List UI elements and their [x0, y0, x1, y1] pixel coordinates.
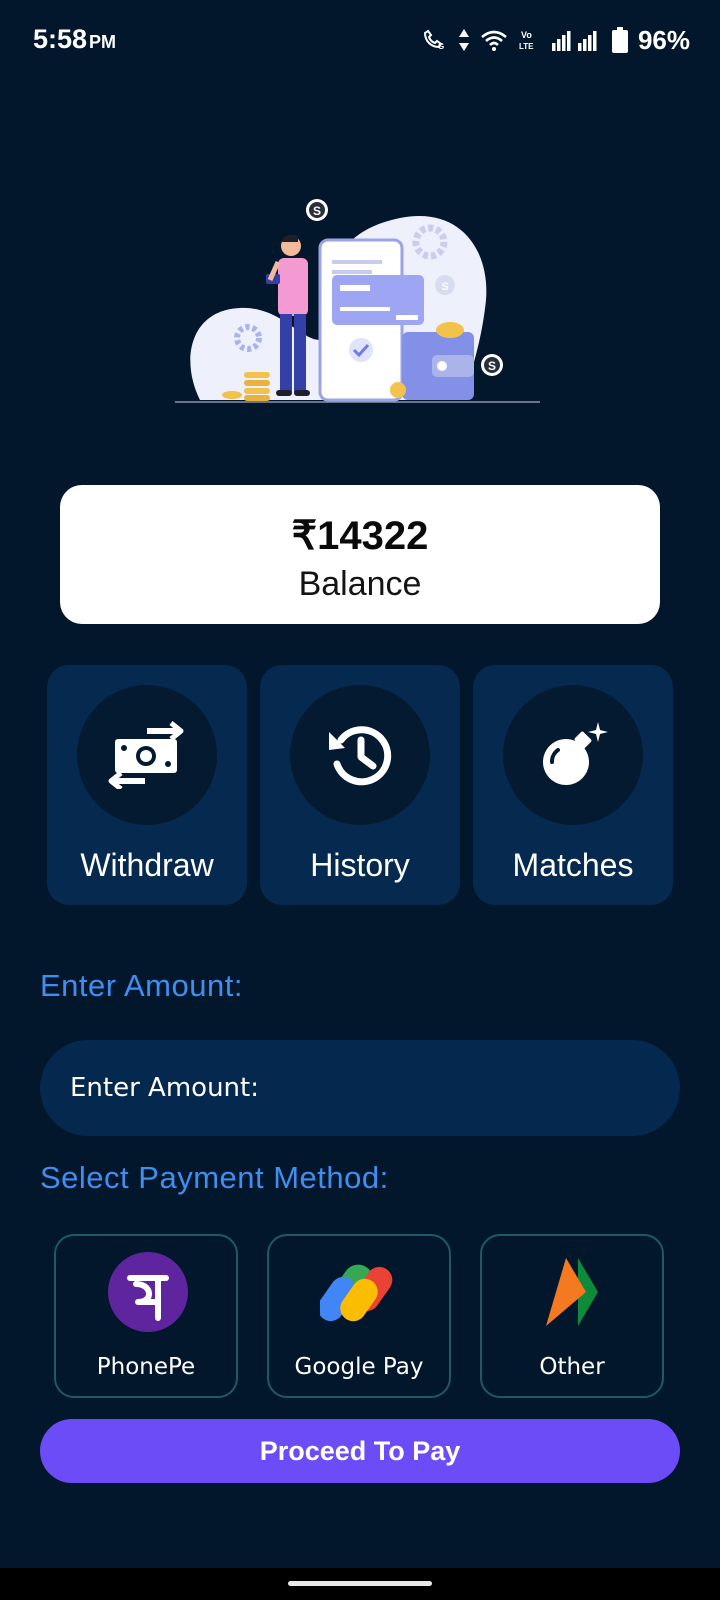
status-ampm: PM: [89, 32, 117, 52]
matches-button[interactable]: Matches: [473, 665, 673, 905]
other-label: Other: [539, 1354, 605, 1380]
battery-icon: [611, 27, 628, 53]
volte-icon: Vo LTE: [519, 30, 534, 51]
status-icons: G Vo LTE 96%: [422, 24, 690, 56]
google-pay-logo: [319, 1250, 403, 1334]
svg-text:S: S: [488, 359, 496, 373]
money-transfer-icon: [108, 721, 184, 789]
status-clock: 5:58: [33, 24, 88, 54]
google-pay-option[interactable]: Google Pay: [267, 1234, 451, 1398]
phonepe-logo: [106, 1250, 190, 1334]
wifi-calling-icon: G: [423, 29, 444, 51]
balance-label: Balance: [298, 565, 422, 603]
withdraw-button[interactable]: Withdraw: [47, 665, 247, 905]
balance-amount: ₹14322: [291, 514, 429, 558]
proceed-to-pay-button[interactable]: Proceed To Pay: [40, 1419, 680, 1483]
payment-method-label: Select Payment Method:: [40, 1160, 389, 1195]
svg-text:S: S: [313, 204, 321, 218]
history-button[interactable]: History: [260, 665, 460, 905]
other-payment-option[interactable]: Other: [480, 1234, 664, 1398]
matches-label: Matches: [512, 847, 634, 883]
withdraw-icon-circle: [77, 685, 217, 825]
svg-text:G: G: [438, 42, 444, 51]
matches-icon-circle: [503, 685, 643, 825]
svg-text:Vo: Vo: [521, 30, 532, 40]
history-icon-circle: [290, 685, 430, 825]
status-time: 5:58 PM: [33, 24, 116, 55]
svg-text:S: S: [441, 281, 448, 293]
history-icon: [329, 726, 392, 786]
phonepe-label: PhonePe: [96, 1354, 196, 1380]
home-gesture-handle[interactable]: [288, 1581, 432, 1586]
status-bar: 5:58 PM G Vo LTE 96%: [0, 0, 720, 84]
svg-text:LTE: LTE: [519, 42, 534, 51]
google-pay-label: Google Pay: [294, 1354, 424, 1380]
wallet-screen: 5:58 PM G Vo LTE 96% S S S ₹14322 Balanc…: [0, 0, 720, 1600]
signal-icon: [551, 31, 597, 51]
battery-percentage: 96%: [637, 24, 690, 55]
navigation-bar: [0, 1568, 720, 1600]
amount-input[interactable]: [40, 1040, 680, 1136]
wifi-icon: [481, 30, 507, 51]
bhim-upi-logo: [532, 1250, 616, 1334]
bomb-icon: [543, 722, 608, 785]
data-activity-icon: [458, 29, 469, 51]
withdraw-label: Withdraw: [80, 847, 214, 883]
wallet-illustration: S S S: [175, 199, 540, 403]
history-label: History: [310, 847, 410, 883]
enter-amount-label: Enter Amount:: [40, 968, 243, 1003]
phonepe-option[interactable]: PhonePe: [54, 1234, 238, 1398]
balance-card: ₹14322 Balance: [60, 485, 660, 624]
